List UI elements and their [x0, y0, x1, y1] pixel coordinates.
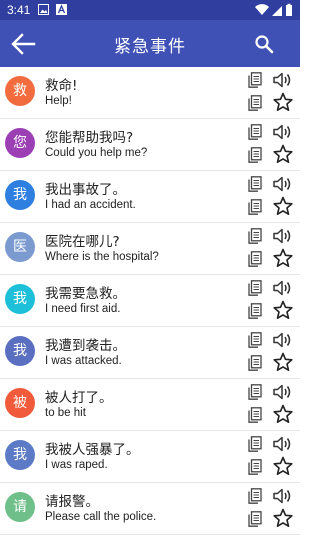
speaker-icon[interactable]: [272, 383, 292, 401]
speaker-icon[interactable]: [272, 279, 292, 297]
copy-chinese-icon[interactable]: [248, 332, 262, 348]
copy-english-icon[interactable]: [248, 355, 262, 371]
favorite-star-icon[interactable]: [273, 92, 293, 112]
copy-english-icon[interactable]: [248, 303, 262, 319]
favorite-star-icon[interactable]: [273, 352, 293, 372]
speaker-icon[interactable]: [272, 175, 292, 193]
copy-english-icon[interactable]: [248, 95, 262, 111]
speaker-icon[interactable]: [272, 71, 292, 89]
copy-english-icon[interactable]: [248, 511, 262, 527]
speaker-icon[interactable]: [272, 487, 292, 505]
signal-icon: [272, 6, 282, 16]
copy-english-icon[interactable]: [248, 251, 262, 267]
list-item[interactable]: 我 我出事故了。 I had an accident.: [0, 171, 300, 223]
copy-english-icon[interactable]: [248, 147, 262, 163]
list-item[interactable]: 医 医院在哪儿? Where is the hospital?: [0, 223, 300, 275]
chinese-phrase: 我需要急救。: [45, 286, 126, 302]
copy-chinese-icon[interactable]: [248, 124, 262, 140]
chinese-phrase: 被人打了。: [45, 390, 113, 406]
speaker-icon[interactable]: [272, 331, 292, 349]
app-bar: 紧急事件: [0, 20, 300, 67]
speaker-icon[interactable]: [272, 227, 292, 245]
english-translation: to be hit: [45, 407, 86, 419]
avatar: 请: [5, 492, 35, 522]
avatar: 我: [5, 180, 35, 210]
battery-icon: [286, 3, 292, 16]
favorite-star-icon[interactable]: [273, 300, 293, 320]
english-translation: I had an accident.: [45, 199, 136, 211]
english-translation: Help!: [45, 95, 72, 107]
status-icons: [255, 3, 292, 16]
gallery-notification-icon: [38, 4, 49, 15]
favorite-star-icon[interactable]: [273, 508, 293, 528]
list-item[interactable]: 请 请报警。 Please call the police.: [0, 483, 300, 535]
chinese-phrase: 医院在哪儿?: [45, 234, 120, 250]
wifi-icon: [255, 4, 269, 15]
avatar: 我: [5, 440, 35, 470]
favorite-star-icon[interactable]: [273, 196, 293, 216]
avatar: 医: [5, 232, 35, 262]
avatar: 我: [5, 336, 35, 366]
chinese-phrase: 救命!: [45, 78, 78, 94]
favorite-star-icon[interactable]: [273, 456, 293, 476]
favorite-star-icon[interactable]: [273, 144, 293, 164]
english-translation: I was raped.: [45, 459, 108, 471]
english-translation: Could you help me?: [45, 147, 148, 159]
copy-english-icon[interactable]: [248, 407, 262, 423]
avatar: 您: [5, 128, 35, 158]
english-translation: I need first aid.: [45, 303, 121, 315]
list-item[interactable]: 我 我需要急救。 I need first aid.: [0, 275, 300, 327]
chinese-phrase: 我出事故了。: [45, 182, 126, 198]
copy-english-icon[interactable]: [248, 199, 262, 215]
phrase-list: 救 救命! Help! 您 您能帮助我吗? Could you help me?…: [0, 67, 300, 535]
avatar: 我: [5, 284, 35, 314]
english-translation: Where is the hospital?: [45, 251, 159, 263]
english-translation: Please call the police.: [45, 511, 157, 523]
copy-chinese-icon[interactable]: [248, 436, 262, 452]
copy-chinese-icon[interactable]: [248, 72, 262, 88]
speaker-icon[interactable]: [272, 435, 292, 453]
favorite-star-icon[interactable]: [273, 248, 293, 268]
list-item[interactable]: 我 我遭到袭击。 I was attacked.: [0, 327, 300, 379]
chinese-phrase: 您能帮助我吗?: [45, 130, 134, 146]
list-item[interactable]: 您 您能帮助我吗? Could you help me?: [0, 119, 300, 171]
avatar: 被: [5, 388, 35, 418]
chinese-phrase: 请报警。: [45, 494, 99, 510]
chinese-phrase: 我遭到袭击。: [45, 338, 126, 354]
chinese-phrase: 我被人强暴了。: [45, 442, 140, 458]
speaker-icon[interactable]: [272, 123, 292, 141]
list-item[interactable]: 被 被人打了。 to be hit: [0, 379, 300, 431]
copy-chinese-icon[interactable]: [248, 280, 262, 296]
status-bar: 3:41: [0, 0, 300, 20]
favorite-star-icon[interactable]: [273, 404, 293, 424]
copy-chinese-icon[interactable]: [248, 488, 262, 504]
copy-english-icon[interactable]: [248, 459, 262, 475]
text-notification-icon: [56, 4, 67, 15]
search-icon[interactable]: [253, 33, 275, 55]
copy-chinese-icon[interactable]: [248, 228, 262, 244]
copy-chinese-icon[interactable]: [248, 176, 262, 192]
avatar: 救: [5, 76, 35, 106]
copy-chinese-icon[interactable]: [248, 384, 262, 400]
english-translation: I was attacked.: [45, 355, 122, 367]
list-item[interactable]: 我 我被人强暴了。 I was raped.: [0, 431, 300, 483]
list-item[interactable]: 救 救命! Help!: [0, 67, 300, 119]
status-time: 3:41: [7, 3, 31, 17]
